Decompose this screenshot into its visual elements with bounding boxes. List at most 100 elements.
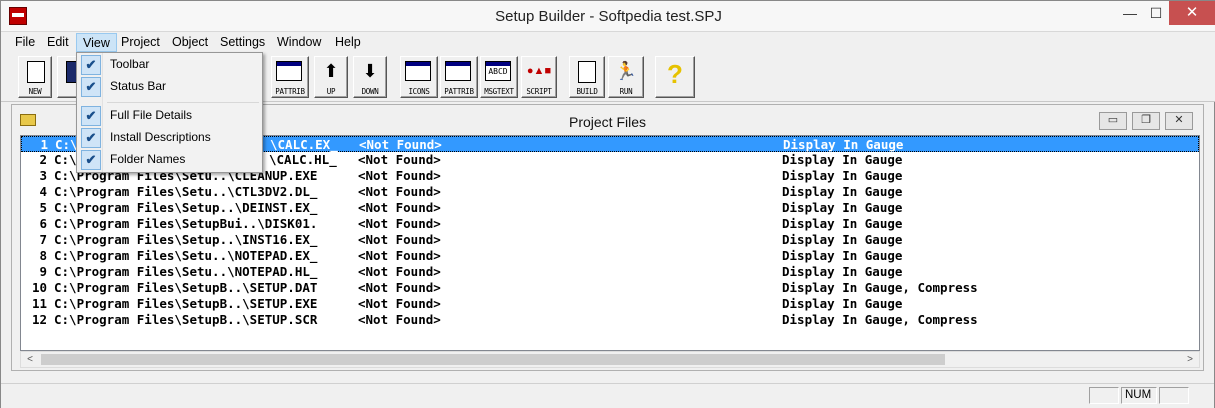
down-arrow-icon: ⬇: [362, 61, 378, 81]
file-status: <Not Found>: [358, 248, 441, 263]
build-document-icon: [578, 61, 596, 83]
menu-item-toolbar[interactable]: ✔ Toolbar: [79, 55, 260, 75]
file-status: <Not Found>: [358, 232, 441, 247]
row-number: 5: [39, 200, 47, 215]
new-document-icon: [27, 61, 45, 83]
pattrib-window-icon: [445, 61, 471, 81]
view-menu-dropdown: ✔ Toolbar ✔ Status Bar ✔ Full File Detai…: [76, 52, 263, 173]
horizontal-scrollbar[interactable]: < >: [20, 351, 1200, 368]
file-status: <Not Found>: [358, 168, 441, 183]
row-number: 12: [31, 312, 47, 327]
file-status: <Not Found>: [358, 184, 441, 199]
pattrib2-label: PATTRIB: [444, 87, 474, 96]
script-label: SCRIPT: [526, 87, 552, 96]
menu-file[interactable]: File: [9, 33, 41, 52]
menu-item-label: Toolbar: [110, 57, 150, 71]
menu-object[interactable]: Object: [166, 33, 214, 52]
file-status: <Not Found>: [358, 152, 441, 167]
row-number: 2: [39, 152, 47, 167]
file-row[interactable]: 8 C:\Program Files\Setu..\NOTEPAD.EX_ <Not…: [21, 248, 1199, 264]
up-arrow-icon: ⬆: [323, 61, 339, 81]
file-row[interactable]: 5 C:\Program Files\Setup..\DEINST.EX_ <Not…: [21, 200, 1199, 216]
check-icon: ✔: [81, 128, 101, 148]
up-button[interactable]: ⬆ UP: [314, 56, 348, 98]
icons-button[interactable]: ICONS: [400, 56, 438, 98]
file-row[interactable]: 10 C:\Program Files\SetupB..\SETUP.DAT <No…: [21, 280, 1199, 296]
check-icon: ✔: [81, 150, 101, 170]
install-options: Display In Gauge: [782, 248, 903, 263]
file-row[interactable]: 4 C:\Program Files\Setu..\CTL3DV2.DL_ <Not…: [21, 184, 1199, 200]
pattrib-button[interactable]: PATTRIB: [271, 56, 309, 98]
child-restore-button[interactable]: ❐: [1132, 112, 1160, 130]
menu-item-label: Full File Details: [110, 108, 193, 122]
menu-separator: [107, 102, 259, 103]
menu-edit[interactable]: Edit: [41, 33, 75, 52]
help-button[interactable]: ?: [655, 56, 695, 98]
msgtext-button[interactable]: ABCD MSGTEXT: [480, 56, 518, 98]
menu-bar: File Edit View Project Object Settings W…: [1, 32, 1215, 52]
menu-help[interactable]: Help: [329, 33, 367, 52]
row-number: 6: [39, 216, 47, 231]
menu-window[interactable]: Window: [271, 33, 327, 52]
build-button[interactable]: BUILD: [569, 56, 605, 98]
file-path: C:\Program Files\Setup..\INST16.EX_: [54, 232, 318, 247]
file-status: <Not Found>: [358, 312, 441, 327]
check-icon: ✔: [81, 106, 101, 126]
runner-icon: 🏃: [614, 61, 638, 81]
file-name: \CALC.HL_: [269, 152, 337, 167]
install-options: Display In Gauge: [783, 137, 904, 152]
install-options: Display In Gauge: [782, 232, 903, 247]
file-row[interactable]: 9 C:\Program Files\Setu..\NOTEPAD.HL_ <Not…: [21, 264, 1199, 280]
menu-item-folder-names[interactable]: ✔ Folder Names: [79, 150, 260, 170]
menu-item-status-bar[interactable]: ✔ Status Bar: [79, 77, 260, 97]
status-pane-scroll: [1159, 387, 1189, 404]
msgtext-label: MSGTEXT: [484, 87, 514, 96]
scroll-left-icon[interactable]: <: [23, 352, 37, 367]
file-status: <Not Found>: [358, 216, 441, 231]
scroll-right-icon[interactable]: >: [1183, 352, 1197, 367]
window-title: Setup Builder - Softpedia test.SPJ: [495, 8, 722, 25]
file-path: C:\Program Files\Setu..\CTL3DV2.DL_: [54, 184, 318, 199]
status-num-indicator: NUM: [1121, 387, 1157, 404]
menu-item-install-descriptions[interactable]: ✔ Install Descriptions: [79, 128, 260, 148]
close-button[interactable]: ✕: [1169, 1, 1215, 25]
install-options: Display In Gauge: [782, 264, 903, 279]
pattrib2-button[interactable]: PATTRIB: [440, 56, 478, 98]
down-label: DOWN: [361, 87, 379, 96]
up-label: UP: [326, 87, 336, 96]
file-status: <Not Found>: [359, 137, 442, 152]
menu-item-full-file-details[interactable]: ✔ Full File Details: [79, 106, 260, 126]
pattrib-label: PATTRIB: [275, 87, 305, 96]
menu-item-label: Install Descriptions: [110, 130, 211, 144]
run-button[interactable]: 🏃 RUN: [608, 56, 644, 98]
file-row[interactable]: 7 C:\Program Files\Setup..\INST16.EX_ <Not…: [21, 232, 1199, 248]
child-close-button[interactable]: ✕: [1165, 112, 1193, 130]
child-minimize-button[interactable]: ▭: [1099, 112, 1127, 130]
row-number: 10: [31, 280, 47, 295]
new-button-label: NEW: [28, 87, 42, 96]
check-icon: ✔: [81, 55, 101, 75]
row-number: 7: [39, 232, 47, 247]
file-status: <Not Found>: [358, 264, 441, 279]
new-button[interactable]: NEW: [18, 56, 52, 98]
menu-settings[interactable]: Settings: [214, 33, 271, 52]
scroll-thumb[interactable]: [41, 354, 945, 365]
menu-project[interactable]: Project: [115, 33, 166, 52]
file-status: <Not Found>: [358, 296, 441, 311]
install-options: Display In Gauge: [782, 152, 903, 167]
help-question-icon: ?: [667, 59, 683, 89]
file-path: C:\Program Files\Setup..\DEINST.EX_: [54, 200, 318, 215]
menu-view[interactable]: View: [76, 33, 117, 52]
install-options: Display In Gauge: [782, 168, 903, 183]
file-row[interactable]: 11 C:\Program Files\SetupB..\SETUP.EXE <No…: [21, 296, 1199, 312]
status-pane-caps: [1089, 387, 1119, 404]
script-button[interactable]: ●▲■ SCRIPT: [521, 56, 557, 98]
icons-label: ICONS: [408, 87, 430, 96]
down-button[interactable]: ⬇ DOWN: [353, 56, 387, 98]
file-row[interactable]: 12 C:\Program Files\SetupB..\SETUP.SCR <No…: [21, 312, 1199, 328]
build-label: BUILD: [576, 87, 598, 96]
file-name: \CALC.EX_: [270, 137, 338, 152]
maximize-button[interactable]: ☐: [1141, 1, 1171, 25]
row-number: 11: [31, 296, 47, 311]
file-row[interactable]: 6 C:\Program Files\SetupBui..\DISK01. <Not…: [21, 216, 1199, 232]
